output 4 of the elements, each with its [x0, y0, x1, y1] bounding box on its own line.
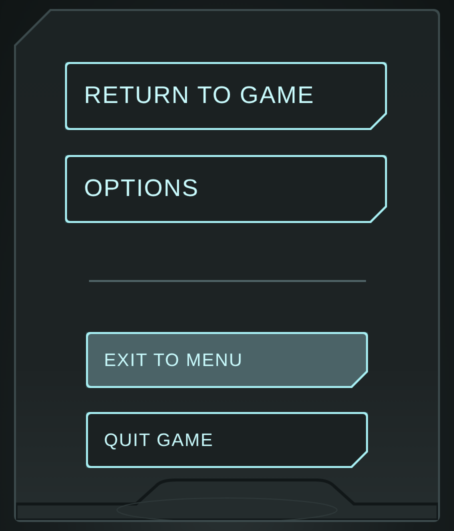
menu-button[interactable]: OPTIONS [65, 155, 387, 223]
menu-button[interactable]: RETURN TO GAME [65, 62, 387, 130]
menu-button[interactable]: EXIT TO MENU [86, 332, 368, 388]
menu-button[interactable]: QUIT GAME [86, 412, 368, 468]
